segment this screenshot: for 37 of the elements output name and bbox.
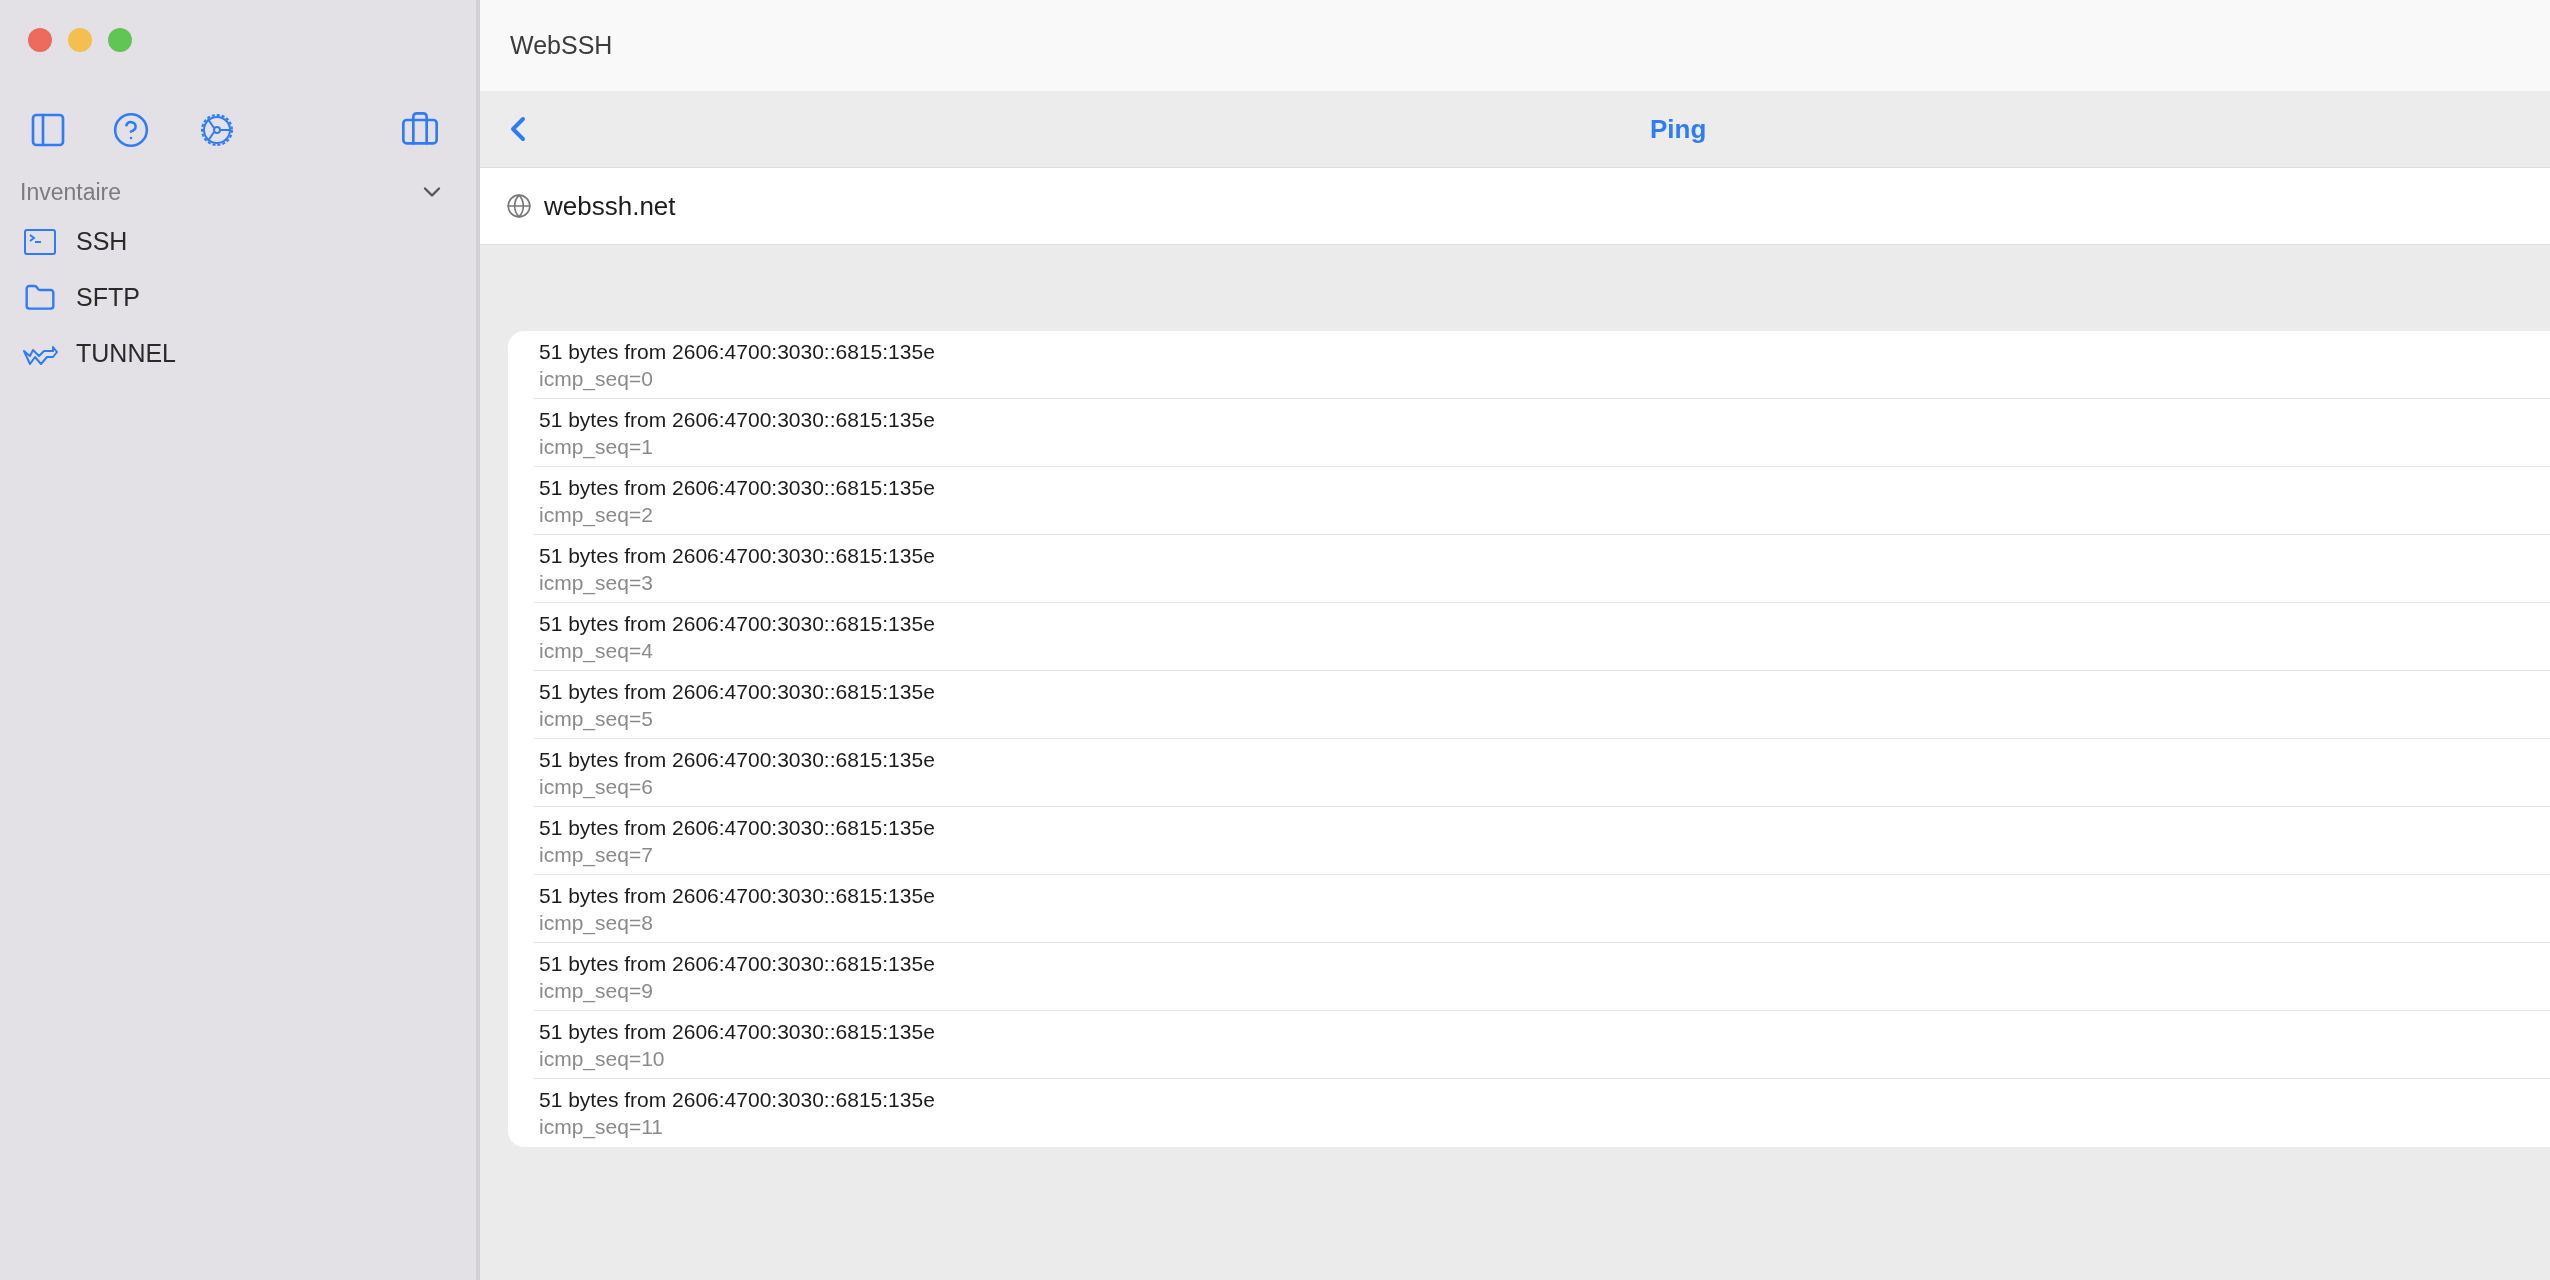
result-subtitle: icmp_seq=6	[539, 773, 654, 800]
sidebar-item[interactable]: SFTP	[0, 270, 476, 326]
result-title: 51 bytes from 2606:4700:3030::6815:135e	[539, 610, 936, 637]
terminal-icon	[24, 229, 56, 255]
help-icon[interactable]	[112, 111, 150, 149]
window-title: WebSSH	[510, 29, 613, 61]
result-subtitle: icmp_seq=8	[539, 909, 654, 936]
result-subtitle: icmp_seq=1	[539, 433, 654, 460]
globe-icon	[506, 193, 532, 219]
close-window-button[interactable]	[28, 28, 52, 52]
result-subtitle: icmp_seq=10	[539, 1045, 666, 1072]
result-subtitle: icmp_seq=0	[539, 365, 654, 392]
section-title: Inventaire	[20, 177, 121, 207]
result-title: 51 bytes from 2606:4700:3030::6815:135e	[539, 542, 936, 569]
result-subtitle: icmp_seq=7	[539, 841, 654, 868]
host-value: webssh.net	[544, 189, 676, 223]
result-title: 51 bytes from 2606:4700:3030::6815:135e	[539, 882, 936, 909]
result-title: 51 bytes from 2606:4700:3030::6815:135e	[539, 1087, 936, 1113]
result-subtitle: icmp_seq=5	[539, 705, 654, 732]
result-title: 51 bytes from 2606:4700:3030::6815:135e	[539, 814, 936, 841]
nav-title: Ping	[1650, 112, 1707, 146]
sidebar-item[interactable]: SSH	[0, 214, 476, 270]
settings-icon[interactable]	[198, 111, 236, 149]
result-subtitle: icmp_seq=9	[539, 977, 654, 1004]
result-subtitle: icmp_seq=2	[539, 501, 654, 528]
result-title: 51 bytes from 2606:4700:3030::6815:135e	[539, 474, 936, 501]
result-title: 51 bytes from 2606:4700:3030::6815:135e	[539, 1018, 936, 1045]
zoom-window-button[interactable]	[108, 28, 132, 52]
result-title: 51 bytes from 2606:4700:3030::6815:135e	[539, 678, 936, 705]
result-title: 51 bytes from 2606:4700:3030::6815:135e	[539, 406, 936, 433]
result-subtitle: icmp_seq=4	[539, 637, 654, 664]
result-subtitle: icmp_seq=11	[539, 1114, 664, 1140]
result-subtitle: icmp_seq=3	[539, 569, 654, 596]
result-title: 51 bytes from 2606:4700:3030::6815:135e	[539, 950, 936, 977]
result-title: 51 bytes from 2606:4700:3030::6815:135e	[539, 338, 936, 365]
result-title: 51 bytes from 2606:4700:3030::6815:135e	[539, 746, 936, 773]
sidebar-item[interactable]: TUNNEL	[0, 326, 476, 382]
